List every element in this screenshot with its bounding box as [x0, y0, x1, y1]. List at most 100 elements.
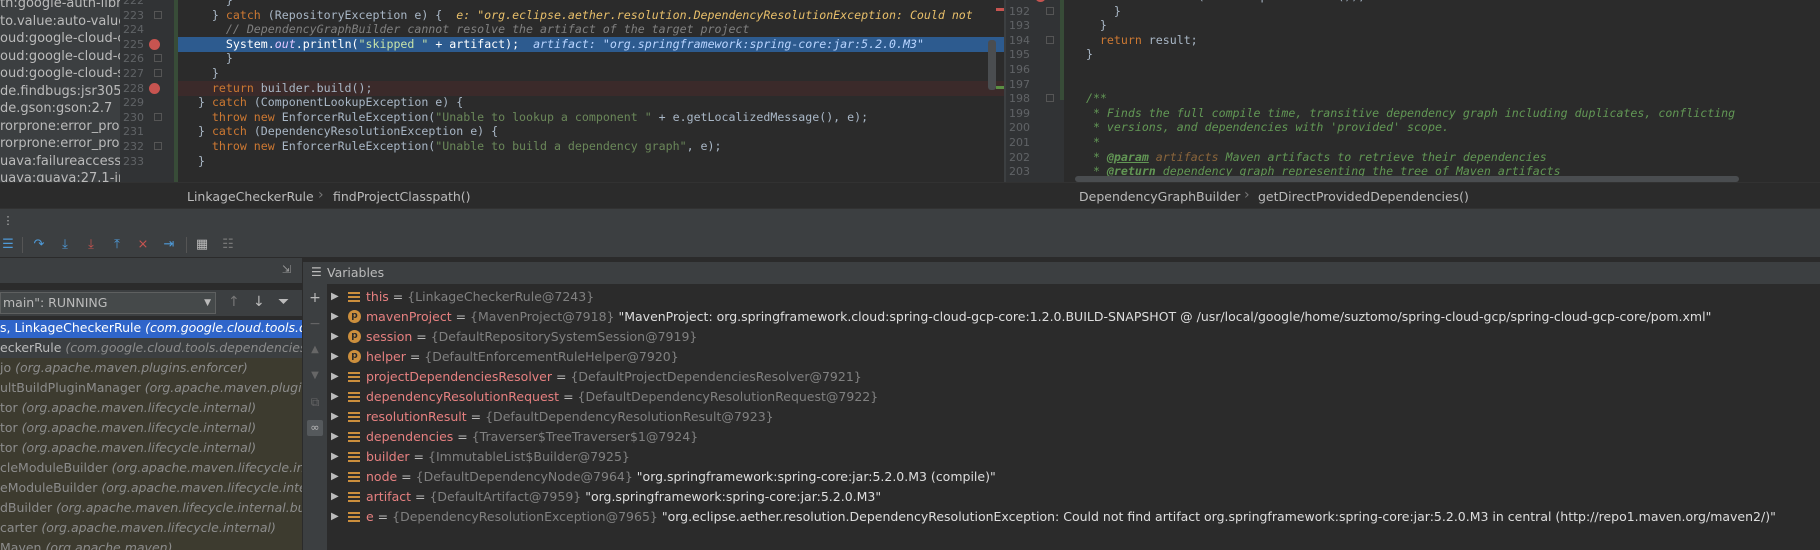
- left-code-editor[interactable]: } } catch (RepositoryException e) { e: "…: [178, 0, 1004, 182]
- right-code-editor[interactable]: result.add(childGraphTraversal()); } } r…: [1066, 0, 1820, 182]
- line-number[interactable]: 197: [1006, 77, 1030, 92]
- stack-frame[interactable]: ultBuildPluginManager (org.apache.maven.…: [0, 378, 302, 398]
- project-tree-item[interactable]: rorprone:error_pror: [0, 135, 120, 153]
- project-tree-item[interactable]: th:google-auth-libr: [0, 0, 120, 13]
- stack-frame[interactable]: carter (org.apache.maven.lifecycle.inter…: [0, 518, 302, 538]
- variable-row[interactable]: ▶ builder = {ImmutableList$Builder@7925}: [327, 447, 1820, 467]
- arrow-up-icon[interactable]: ↑: [228, 294, 240, 310]
- variable-row[interactable]: ▶ artifact = {DefaultArtifact@7959} "org.…: [327, 487, 1820, 507]
- variable-row[interactable]: ▶ e = {DependencyResolutionException@7965…: [327, 507, 1820, 527]
- fold-marker-icon[interactable]: [1046, 94, 1054, 103]
- project-tree-item[interactable]: de.findbugs:jsr305: [0, 83, 120, 101]
- breakpoint-icon[interactable]: [149, 38, 160, 50]
- expand-arrow-icon[interactable]: ▶: [331, 427, 339, 447]
- fold-marker-icon[interactable]: [154, 142, 162, 150]
- fold-marker-icon[interactable]: [154, 54, 162, 63]
- thread-dropdown[interactable]: main": RUNNING ▼: [0, 292, 216, 314]
- line-number[interactable]: 230: [120, 110, 144, 125]
- variable-row[interactable]: ▶ this = {LinkageCheckerRule@7243}: [327, 287, 1820, 307]
- fold-marker-icon[interactable]: [154, 112, 162, 121]
- line-number[interactable]: 202: [1006, 150, 1030, 165]
- expand-arrow-icon[interactable]: ▶: [331, 407, 339, 427]
- stack-frame[interactable]: dBuilder (org.apache.maven.lifecycle.int…: [0, 498, 302, 518]
- stack-frame[interactable]: tor (org.apache.maven.lifecycle.internal…: [0, 418, 302, 438]
- breadcrumb-class-right[interactable]: DependencyGraphBuilder: [1079, 189, 1240, 204]
- filter-icon[interactable]: ⏷: [278, 294, 289, 310]
- line-number[interactable]: 226: [120, 51, 144, 66]
- expand-arrow-icon[interactable]: ▶: [331, 367, 339, 387]
- expand-arrow-icon[interactable]: ▶: [331, 467, 339, 487]
- tab-handle-icon[interactable]: ⋮: [0, 213, 16, 229]
- step-into-icon[interactable]: ⤓: [57, 237, 73, 253]
- copy-icon[interactable]: ⧉: [307, 394, 323, 410]
- line-number[interactable]: 233: [120, 154, 144, 169]
- line-number[interactable]: 195: [1006, 47, 1030, 62]
- breakpoint-icon[interactable]: [149, 82, 160, 94]
- expand-arrow-icon[interactable]: ▶: [331, 487, 339, 507]
- variable-row[interactable]: ▶ node = {DefaultDependencyNode@7964} "or…: [327, 467, 1820, 487]
- variable-row[interactable]: ▶ p mavenProject = {MavenProject@7918} "Ma…: [327, 307, 1820, 327]
- line-number[interactable]: 194: [1006, 33, 1030, 48]
- show-execution-point-icon[interactable]: ☰: [0, 237, 16, 253]
- variable-row[interactable]: ▶ p helper = {DefaultEnforcementRuleHelper…: [327, 347, 1820, 367]
- line-number[interactable]: 227: [120, 66, 144, 81]
- project-tree-item[interactable]: rorprone:error_pror: [0, 118, 120, 136]
- variable-row[interactable]: ▶ resolutionResult = {DefaultDependencyRe…: [327, 407, 1820, 427]
- line-number[interactable]: 225: [120, 37, 144, 52]
- expand-arrow-icon[interactable]: ▶: [331, 287, 339, 307]
- expand-arrow-icon[interactable]: ▶: [331, 387, 339, 407]
- left-editor-scrollbar[interactable]: [988, 40, 996, 90]
- drop-frame-icon[interactable]: ⨯: [135, 237, 151, 253]
- line-number[interactable]: 198: [1006, 91, 1030, 106]
- line-number[interactable]: 231: [120, 124, 144, 139]
- project-tree-item[interactable]: to.value:auto-value: [0, 13, 120, 31]
- error-stripe-mark[interactable]: [996, 8, 1004, 11]
- line-number[interactable]: 232: [120, 139, 144, 154]
- stack-frame[interactable]: s, LinkageCheckerRule (com.google.cloud.…: [0, 320, 302, 338]
- line-number[interactable]: 229: [120, 95, 144, 110]
- stack-frame[interactable]: eckerRule (com.google.cloud.tools.depend…: [0, 338, 302, 358]
- breadcrumb-method-right[interactable]: getDirectProvidedDependencies(): [1258, 189, 1469, 204]
- remove-watch-icon[interactable]: −: [307, 316, 323, 332]
- stack-frame[interactable]: cleModuleBuilder (org.apache.maven.lifec…: [0, 458, 302, 478]
- stack-frame[interactable]: jo (org.apache.maven.plugins.enforcer): [0, 358, 302, 378]
- expand-arrow-icon[interactable]: ▶: [331, 327, 339, 347]
- expand-arrow-icon[interactable]: ▶: [331, 307, 339, 327]
- stack-frame[interactable]: tor (org.apache.maven.lifecycle.internal…: [0, 438, 302, 458]
- fold-marker-icon[interactable]: [1046, 6, 1054, 15]
- line-number[interactable]: 196: [1006, 62, 1030, 77]
- project-tree-item[interactable]: oud:google-cloud-c: [0, 30, 120, 48]
- line-number[interactable]: 223: [120, 8, 144, 23]
- arrow-down-icon[interactable]: ↓: [253, 294, 265, 310]
- variable-row[interactable]: ▶ dependencies = {Traverser$TreeTraverser…: [327, 427, 1820, 447]
- force-step-into-icon[interactable]: ⤓: [83, 237, 99, 253]
- move-down-icon[interactable]: ▼: [307, 368, 323, 384]
- variable-row[interactable]: ▶ projectDependenciesResolver = {DefaultP…: [327, 367, 1820, 387]
- line-number[interactable]: 193: [1006, 18, 1030, 33]
- stack-frame[interactable]: tor (org.apache.maven.lifecycle.internal…: [0, 398, 302, 418]
- run-to-cursor-icon[interactable]: ⇥: [161, 237, 177, 253]
- line-number[interactable]: 192: [1006, 4, 1030, 19]
- line-number[interactable]: 200: [1006, 120, 1030, 135]
- step-over-icon[interactable]: ↷: [31, 237, 47, 253]
- step-out-icon[interactable]: ⤒: [109, 237, 125, 253]
- fold-marker-icon[interactable]: [1046, 35, 1054, 44]
- evaluate-expression-icon[interactable]: ▦: [194, 237, 210, 253]
- line-number[interactable]: 228: [120, 81, 144, 96]
- line-number[interactable]: 201: [1006, 135, 1030, 150]
- line-number[interactable]: 203: [1006, 164, 1030, 179]
- add-watch-icon[interactable]: +: [307, 290, 323, 306]
- variable-row[interactable]: ▶ p session = {DefaultRepositorySystemSess…: [327, 327, 1820, 347]
- change-stripe-mark[interactable]: [996, 86, 1004, 89]
- expand-arrow-icon[interactable]: ▶: [331, 507, 339, 527]
- trace-current-stream-icon[interactable]: ☷: [220, 237, 236, 253]
- breadcrumb-method-left[interactable]: findProjectClasspath(): [333, 189, 471, 204]
- line-number[interactable]: 224: [120, 22, 144, 37]
- expand-arrow-icon[interactable]: ▶: [331, 347, 339, 367]
- expand-arrow-icon[interactable]: ▶: [331, 447, 339, 467]
- stack-frame[interactable]: eModuleBuilder (org.apache.maven.lifecyc…: [0, 478, 302, 498]
- pin-icon[interactable]: ⇲: [282, 263, 291, 276]
- stack-frame[interactable]: Maven (org.apache.maven): [0, 538, 302, 550]
- breakpoint-icon[interactable]: [1035, 0, 1046, 2]
- fold-marker-icon[interactable]: [154, 10, 162, 19]
